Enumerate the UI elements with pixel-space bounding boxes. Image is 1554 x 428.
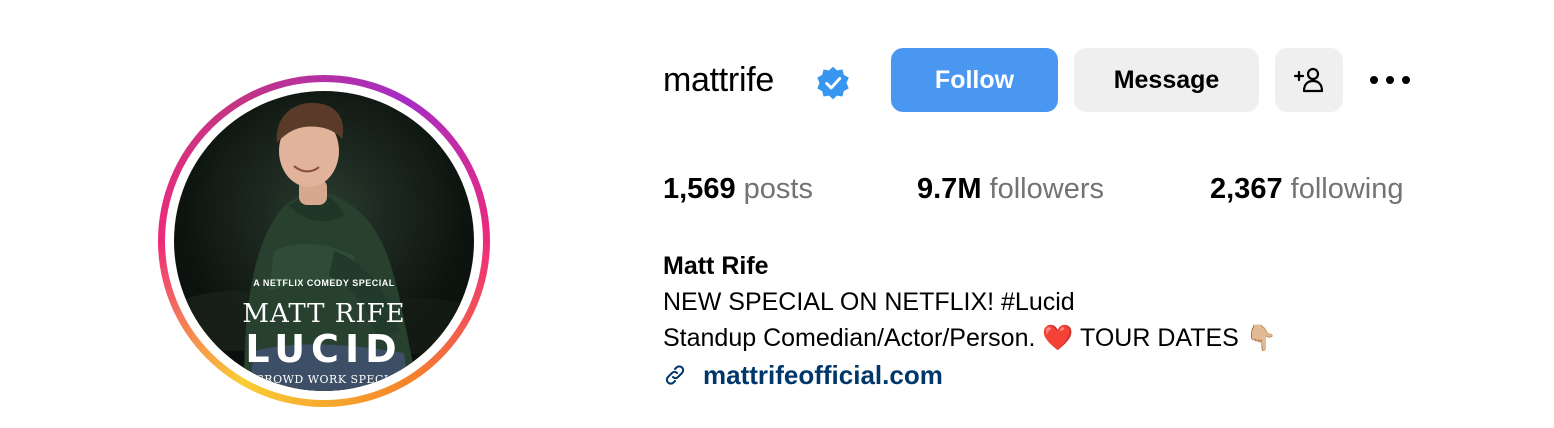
avatar-name-text: MATT RIFE (242, 299, 406, 329)
suggested-accounts-button[interactable] (1275, 48, 1343, 112)
bio-link[interactable]: mattrifeofficial.com (663, 358, 943, 392)
posts-count: 1,569 (663, 173, 736, 205)
posts-stat: 1,569 posts (663, 172, 813, 206)
following-count: 2,367 (1210, 173, 1283, 205)
avatar-kicker-text: A NETFLIX COMEDY SPECIAL (253, 278, 395, 288)
followers-count: 9.7M (917, 173, 982, 205)
avatar-title-text: LUCID (245, 327, 403, 371)
following-stat[interactable]: 2,367 following (1210, 172, 1403, 206)
posts-label: posts (743, 173, 813, 205)
followers-label: followers (989, 173, 1104, 205)
avatar-subtitle-text: A CROWD WORK SPECIAL (242, 373, 406, 386)
link-icon (665, 365, 685, 385)
bio-line-1: NEW SPECIAL ON NETFLIX! #Lucid (663, 288, 1075, 316)
username: mattrife (663, 61, 774, 99)
bio-line-2: Standup Comedian/Actor/Person. ❤️ TOUR D… (663, 324, 1277, 352)
more-horizontal-icon[interactable] (1367, 64, 1413, 96)
avatar[interactable]: A NETFLIX COMEDY SPECIAL MATT RIFE LUCID… (174, 91, 474, 391)
followers-stat[interactable]: 9.7M followers (917, 172, 1104, 206)
following-label: following (1290, 173, 1404, 205)
verified-badge-icon (817, 66, 849, 100)
follow-button[interactable]: Follow (891, 48, 1058, 112)
profile-header: A NETFLIX COMEDY SPECIAL MATT RIFE LUCID… (0, 0, 1554, 428)
person-plus-icon (1293, 67, 1324, 93)
story-ring[interactable]: A NETFLIX COMEDY SPECIAL MATT RIFE LUCID… (158, 75, 490, 407)
full-name: Matt Rife (663, 252, 769, 280)
bio-link-text[interactable]: mattrifeofficial.com (703, 360, 943, 391)
message-button[interactable]: Message (1074, 48, 1259, 112)
